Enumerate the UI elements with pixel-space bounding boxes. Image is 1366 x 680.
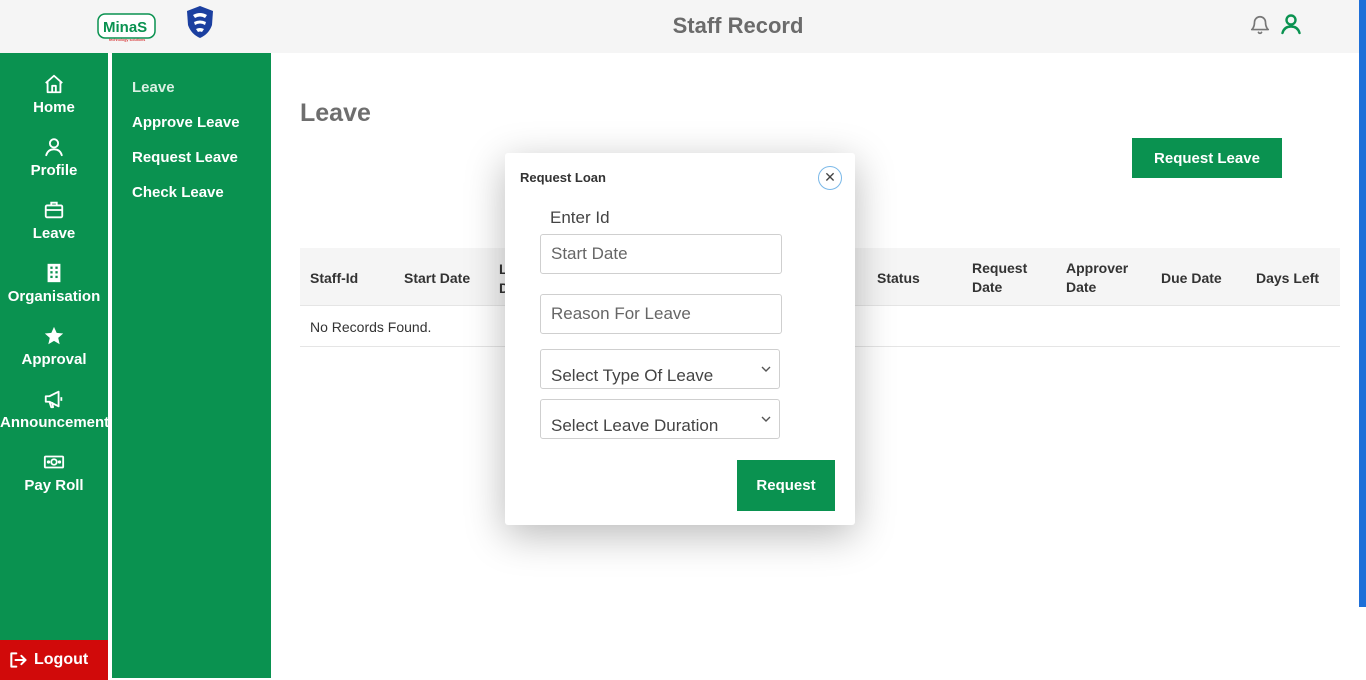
request-modal: Request Loan ✕ Enter Id Select Type Of L… xyxy=(505,153,855,525)
primary-sidebar: Home Profile Leave Organisation Approval… xyxy=(0,53,110,680)
app-title: Staff Record xyxy=(672,13,804,38)
column-header-days-left: Days Left xyxy=(1256,270,1320,286)
nav-item-label: Announcement xyxy=(0,414,110,431)
nav-item-payroll[interactable]: Pay Roll xyxy=(0,451,108,494)
subnav-item-approve-leave[interactable]: Approve Leave xyxy=(132,114,240,131)
nav-item-label: Approval xyxy=(21,351,87,368)
leave-duration-select-value: Select Leave Duration xyxy=(551,416,719,435)
chevron-down-icon xyxy=(761,416,771,422)
nav-item-label: Leave xyxy=(32,225,76,242)
close-icon[interactable]: ✕ xyxy=(818,166,842,190)
nav-item-home[interactable]: Home xyxy=(0,73,108,116)
column-header-request-date: Request Date xyxy=(972,260,1028,295)
enter-id-label: Enter Id xyxy=(550,208,610,227)
column-header-start-date: Start Date xyxy=(404,270,471,286)
nav-item-label: Profile xyxy=(30,162,78,179)
user-icon xyxy=(45,138,63,157)
subnav-item-check-leave[interactable]: Check Leave xyxy=(132,184,224,201)
column-header-staff-id: Staff-Id xyxy=(310,270,359,286)
reason-input[interactable] xyxy=(540,294,782,334)
subnav-item-request-leave[interactable]: Request Leave xyxy=(132,149,238,166)
column-header-due-date: Due Date xyxy=(1161,270,1222,286)
leave-type-select-value: Select Type Of Leave xyxy=(551,366,714,385)
nav-item-organisation[interactable]: Organisation xyxy=(0,262,108,305)
logout-label: Logout xyxy=(34,651,89,668)
leave-duration-select[interactable]: Select Leave Duration xyxy=(540,399,780,439)
nav-item-label: Organisation xyxy=(7,288,101,305)
money-icon xyxy=(43,455,65,469)
subnav-item-leave[interactable]: Leave xyxy=(132,79,175,96)
leave-type-select[interactable]: Select Type Of Leave xyxy=(540,349,780,389)
building-icon xyxy=(47,263,61,283)
logout-button[interactable]: Logout xyxy=(0,640,108,680)
start-date-input[interactable] xyxy=(540,234,782,274)
modal-title: Request Loan xyxy=(520,170,606,185)
secondary-sidebar: Leave Approve Leave Request Leave Check … xyxy=(112,53,271,678)
megaphone-icon xyxy=(44,390,63,409)
user-account-icon[interactable] xyxy=(1279,12,1303,36)
column-header-status: Status xyxy=(877,270,920,286)
nav-item-label: Pay Roll xyxy=(24,477,84,494)
star-icon xyxy=(44,326,64,345)
request-leave-button[interactable]: Request Leave xyxy=(1132,138,1282,178)
no-records-text: No Records Found. xyxy=(310,319,432,335)
nav-item-label: Home xyxy=(33,99,75,116)
submit-request-button[interactable]: Request xyxy=(737,460,835,511)
notification-bell-icon[interactable] xyxy=(1249,14,1271,36)
top-bar: MinaS technology solutions Staff Record xyxy=(0,0,1366,53)
briefcase-icon xyxy=(44,201,64,219)
nav-item-announcement[interactable]: Announcement xyxy=(0,388,110,431)
scrollbar[interactable] xyxy=(1359,0,1366,607)
nav-item-profile[interactable]: Profile xyxy=(0,136,108,179)
chevron-down-icon xyxy=(761,366,771,372)
column-header-approver-date: Approver Date xyxy=(1066,260,1129,295)
page-title: Leave xyxy=(300,99,371,127)
nav-item-approval[interactable]: Approval xyxy=(0,325,108,368)
home-icon xyxy=(45,74,63,94)
logout-icon xyxy=(10,652,27,668)
nav-item-leave[interactable]: Leave xyxy=(0,199,108,242)
